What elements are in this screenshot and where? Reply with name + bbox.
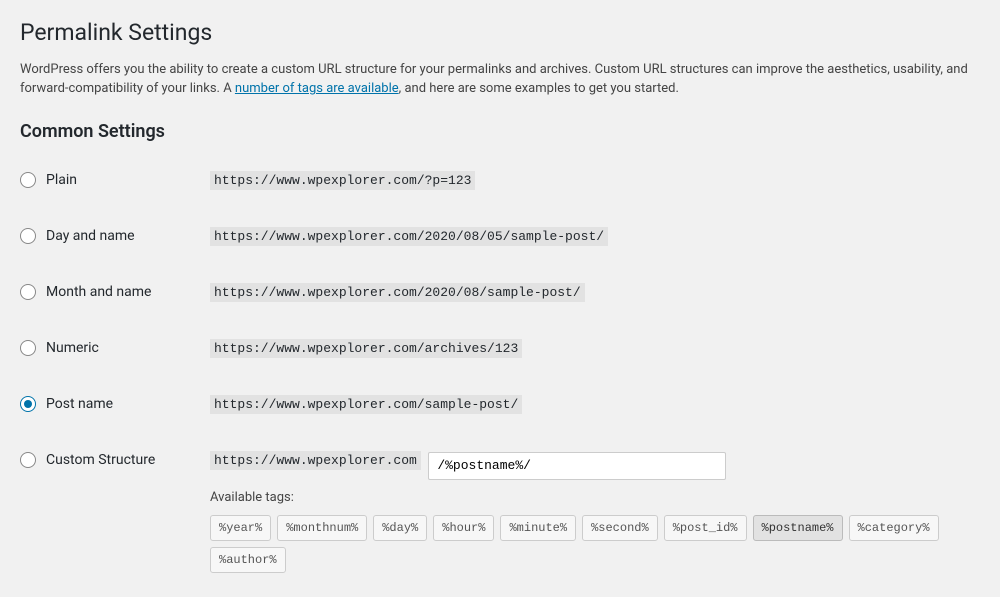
plain-label: Plain xyxy=(46,172,77,188)
available-tags-label: Available tags: xyxy=(210,490,980,505)
custom-prefix: https://www.wpexplorer.com xyxy=(210,451,421,470)
day-example: https://www.wpexplorer.com/2020/08/05/sa… xyxy=(210,227,608,246)
tag-button[interactable]: %monthnum% xyxy=(277,515,367,541)
tag-button[interactable]: %hour% xyxy=(433,515,494,541)
tag-button[interactable]: %post_id% xyxy=(664,515,747,541)
custom-label: Custom Structure xyxy=(46,452,155,468)
postname-example: https://www.wpexplorer.com/sample-post/ xyxy=(210,395,522,414)
month-label: Month and name xyxy=(46,284,151,300)
postname-option[interactable]: Post name xyxy=(20,396,200,412)
day-radio[interactable] xyxy=(20,228,36,244)
permalink-options-table: Plain https://www.wpexplorer.com/?p=123 … xyxy=(20,160,980,579)
month-example: https://www.wpexplorer.com/2020/08/sampl… xyxy=(210,283,585,302)
custom-radio[interactable] xyxy=(20,452,36,468)
day-option[interactable]: Day and name xyxy=(20,228,200,244)
tags-available-link[interactable]: number of tags are available xyxy=(235,81,399,96)
month-option[interactable]: Month and name xyxy=(20,284,200,300)
custom-option[interactable]: Custom Structure xyxy=(20,452,200,468)
plain-option[interactable]: Plain xyxy=(20,172,200,188)
postname-label: Post name xyxy=(46,396,113,412)
day-label: Day and name xyxy=(46,228,135,244)
tag-button[interactable]: %day% xyxy=(373,515,427,541)
month-radio[interactable] xyxy=(20,284,36,300)
tag-list: %year%%monthnum%%day%%hour%%minute%%seco… xyxy=(210,515,980,573)
intro-text: WordPress offers you the ability to crea… xyxy=(20,60,980,99)
tag-button[interactable]: %second% xyxy=(582,515,658,541)
tag-button[interactable]: %postname% xyxy=(753,515,843,541)
tag-button[interactable]: %category% xyxy=(849,515,939,541)
postname-radio[interactable] xyxy=(20,396,36,412)
plain-radio[interactable] xyxy=(20,172,36,188)
numeric-example: https://www.wpexplorer.com/archives/123 xyxy=(210,339,522,358)
tag-button[interactable]: %year% xyxy=(210,515,271,541)
common-settings-heading: Common Settings xyxy=(20,121,980,142)
tag-button[interactable]: %minute% xyxy=(500,515,576,541)
page-title: Permalink Settings xyxy=(20,18,980,48)
numeric-label: Numeric xyxy=(46,340,99,356)
custom-structure-input[interactable] xyxy=(428,452,726,480)
numeric-option[interactable]: Numeric xyxy=(20,340,200,356)
numeric-radio[interactable] xyxy=(20,340,36,356)
tag-button[interactable]: %author% xyxy=(210,547,286,573)
intro-post: , and here are some examples to get you … xyxy=(399,81,679,96)
plain-example: https://www.wpexplorer.com/?p=123 xyxy=(210,171,475,190)
